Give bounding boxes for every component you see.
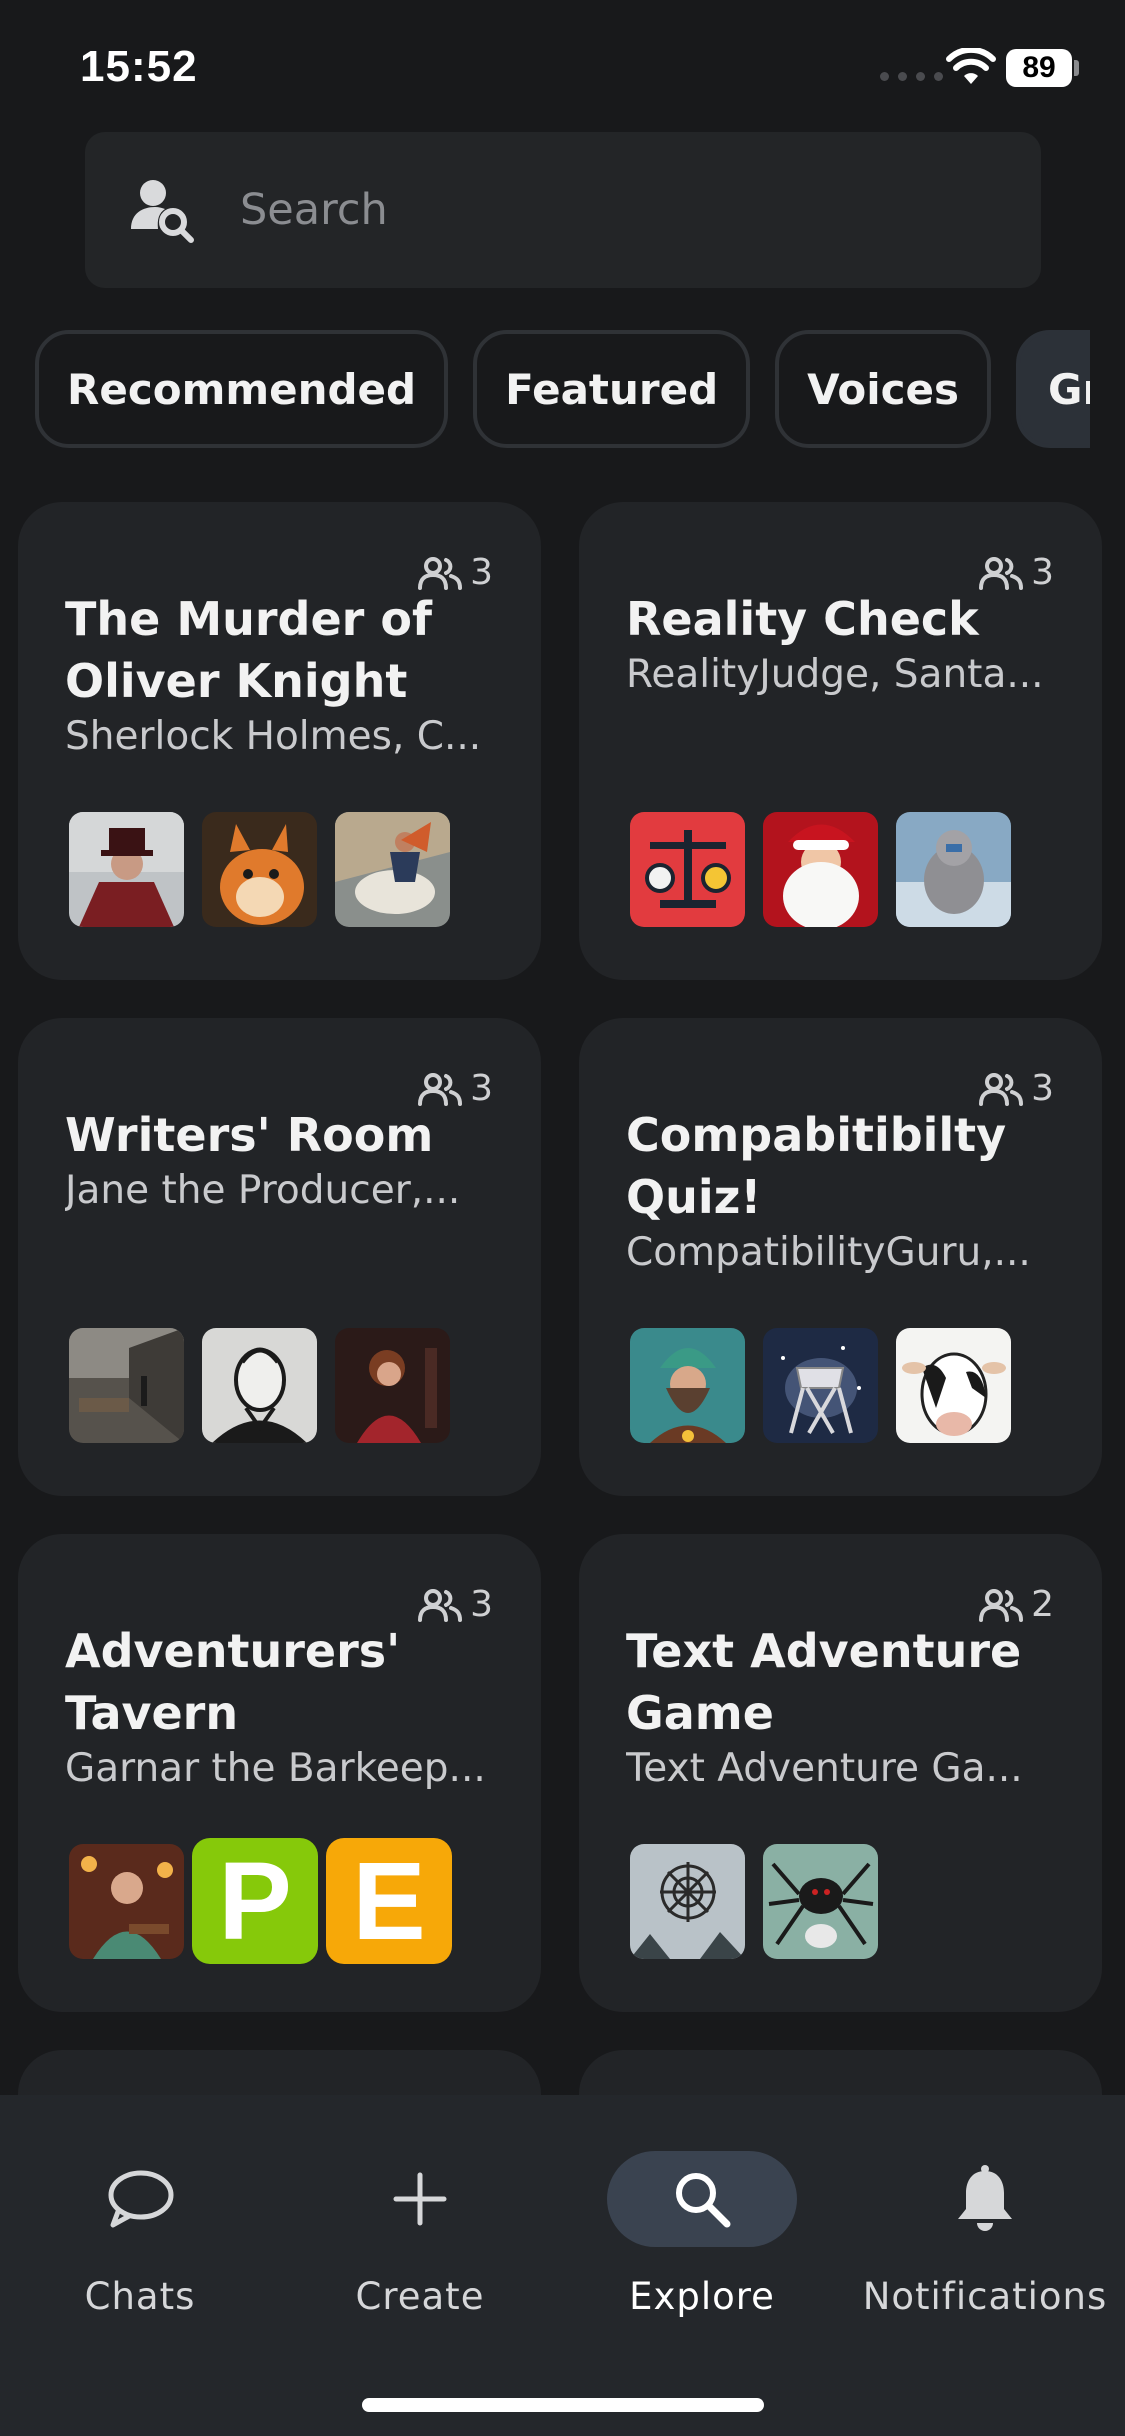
member-count-value: 3 — [470, 552, 493, 593]
people-icon — [418, 1072, 463, 1106]
member-avatars — [630, 812, 1011, 927]
people-icon — [418, 556, 463, 590]
avatar — [896, 812, 1011, 927]
people-icon — [418, 1588, 463, 1622]
nav-icon-container — [890, 2151, 1080, 2247]
nav-create[interactable]: Create — [290, 2135, 550, 2335]
member-count-value: 3 — [470, 1584, 493, 1625]
nav-label: Create — [355, 2275, 485, 2318]
battery-tip — [1074, 60, 1079, 76]
nav-icon-container — [325, 2151, 515, 2247]
magnifier-icon — [676, 2173, 731, 2228]
avatar — [69, 1844, 184, 1959]
nav-label: Notifications — [862, 2275, 1108, 2318]
avatar — [630, 812, 745, 927]
nav-explore[interactable]: Explore — [572, 2135, 832, 2335]
card-title: Adventurers' Tavern — [65, 1624, 401, 1740]
member-count-value: 2 — [1031, 1584, 1054, 1625]
status-bar: 15:52 89 — [0, 0, 1125, 130]
home-indicator[interactable] — [362, 2398, 764, 2412]
tab-featured[interactable]: Featured — [473, 330, 751, 448]
search-input[interactable] — [240, 132, 1000, 288]
card-title: Compabitibilty Quiz! — [626, 1108, 1007, 1224]
group-card-reality-check[interactable]: 3 Reality Check RealityJudge, Santa... — [579, 502, 1102, 980]
chat-bubble-icon — [108, 2170, 174, 2228]
nav-notifications[interactable]: Notifications — [855, 2135, 1115, 2335]
plus-icon — [393, 2172, 447, 2226]
group-card-adventurers-tavern[interactable]: 3 Adventurers' Tavern Garnar the Barkeep… — [18, 1534, 541, 2012]
member-count: 2 — [979, 1584, 1054, 1625]
member-count: 3 — [418, 1068, 493, 1109]
card-subtitle: Text Adventure Ga... — [626, 1746, 1023, 1791]
people-icon — [979, 556, 1024, 590]
avatar-letter-e: E — [326, 1838, 452, 1964]
tab-voices[interactable]: Voices — [775, 330, 992, 448]
avatar — [202, 812, 317, 927]
avatar — [630, 1844, 745, 1959]
avatar — [69, 1328, 184, 1443]
member-avatars: P E — [69, 1838, 452, 1964]
people-icon — [979, 1588, 1024, 1622]
member-count: 3 — [418, 552, 493, 593]
bell-icon — [958, 2165, 1012, 2231]
bottom-navigation: Chats Create Explore Notifications — [0, 2095, 1125, 2436]
member-count: 3 — [979, 1068, 1054, 1109]
member-count-value: 3 — [1031, 1068, 1054, 1109]
card-subtitle: CompatibilityGuru,... — [626, 1230, 1031, 1275]
group-card-compatibility-quiz[interactable]: 3 Compabitibilty Quiz! CompatibilityGuru… — [579, 1018, 1102, 1496]
nav-icon-container — [607, 2151, 797, 2247]
card-subtitle: RealityJudge, Santa... — [626, 652, 1044, 697]
card-subtitle: Sherlock Holmes, C... — [65, 714, 482, 759]
member-count-value: 3 — [1031, 552, 1054, 593]
card-subtitle: Jane the Producer,... — [65, 1168, 461, 1213]
cellular-signal-icon — [880, 72, 943, 81]
tab-recommended[interactable]: Recommended — [35, 330, 449, 448]
group-card-murder-of-oliver-knight[interactable]: 3 The Murder of Oliver Knight Sherlock H… — [18, 502, 541, 980]
person-search-icon — [131, 180, 194, 243]
tab-groups[interactable]: Groups — [1016, 330, 1090, 448]
avatar — [763, 812, 878, 927]
card-title: Writers' Room — [65, 1108, 434, 1162]
status-time: 15:52 — [80, 42, 198, 91]
avatar — [202, 1328, 317, 1443]
card-title: The Murder of Oliver Knight — [65, 592, 432, 708]
group-card-text-adventure-game[interactable]: 2 Text Adventure Game Text Adventure Ga.… — [579, 1534, 1102, 2012]
nav-label: Chats — [84, 2275, 196, 2318]
avatar — [763, 1328, 878, 1443]
category-tabs: Recommended Featured Voices Groups — [35, 330, 1090, 450]
wifi-icon — [946, 48, 996, 84]
avatar — [763, 1844, 878, 1959]
member-count-value: 3 — [470, 1068, 493, 1109]
battery-indicator: 89 — [1006, 49, 1072, 87]
member-avatars — [630, 1328, 1011, 1443]
nav-label: Explore — [629, 2275, 775, 2318]
avatar — [335, 1328, 450, 1443]
card-title: Text Adventure Game — [626, 1624, 1022, 1740]
avatar-letter-p: P — [192, 1838, 318, 1964]
avatar — [896, 1328, 1011, 1443]
avatar — [335, 812, 450, 927]
member-avatars — [69, 1328, 450, 1443]
member-avatars — [69, 812, 450, 927]
nav-icon-container — [45, 2151, 235, 2247]
member-count: 3 — [979, 552, 1054, 593]
search-bar[interactable] — [85, 132, 1041, 288]
card-title: Reality Check — [626, 592, 979, 646]
card-subtitle: Garnar the Barkeep... — [65, 1746, 486, 1791]
member-count: 3 — [418, 1584, 493, 1625]
member-avatars — [630, 1844, 878, 1959]
avatar — [69, 812, 184, 927]
group-card-writers-room[interactable]: 3 Writers' Room Jane the Producer,... — [18, 1018, 541, 1496]
people-icon — [979, 1072, 1024, 1106]
avatar — [630, 1328, 745, 1443]
nav-chats[interactable]: Chats — [10, 2135, 270, 2335]
